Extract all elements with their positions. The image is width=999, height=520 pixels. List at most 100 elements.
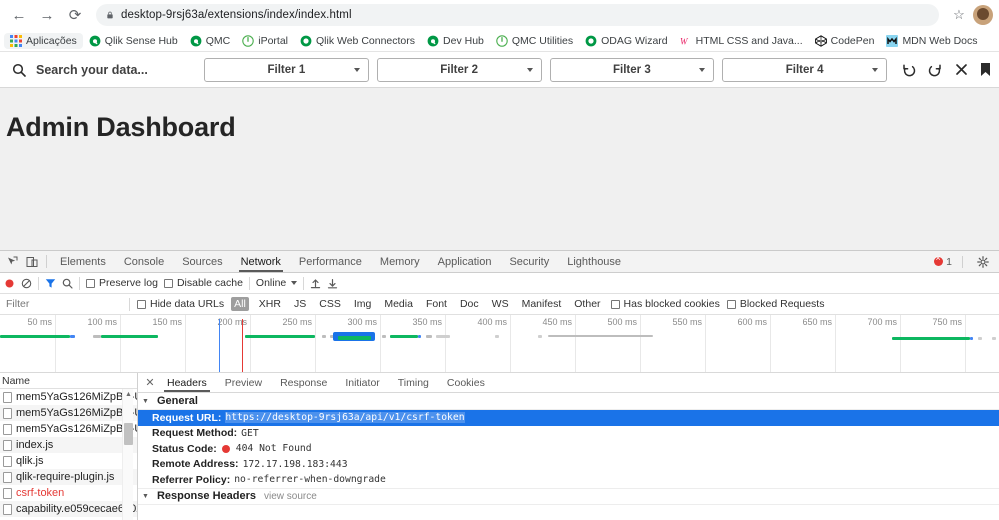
inspect-element-icon[interactable]	[2, 251, 22, 272]
detail-tab-headers[interactable]: Headers	[158, 373, 216, 392]
timeline-request-bar	[245, 335, 315, 338]
network-filter-row: Filter Hide data URLs All XHR JS CSS Img…	[0, 294, 999, 315]
devtools-tab-elements[interactable]: Elements	[51, 251, 115, 272]
bookmark-item-aplicacoes[interactable]: Aplicações	[4, 32, 83, 49]
timeline-request-bar	[418, 335, 421, 338]
bookmark-item-mdn-web-docs[interactable]: MDN Web Docs	[880, 33, 983, 49]
request-list-scrollbar[interactable]: ▲ ▼	[122, 389, 133, 520]
table-row[interactable]: index.js	[0, 437, 137, 453]
request-list[interactable]: Name mem5YaGs126MiZpBA-UN7r… mem5YaGs126…	[0, 373, 138, 520]
header-row-referrer-policy[interactable]: Referrer Policy: no-referrer-when-downgr…	[138, 472, 999, 488]
error-count-badge[interactable]: 1	[934, 254, 952, 268]
address-bar[interactable]: desktop-9rsj63a/extensions/index/index.h…	[96, 4, 939, 26]
bookmark-item-qmc-utilities[interactable]: QMC Utilities	[490, 33, 579, 49]
detail-tab-response[interactable]: Response	[271, 373, 336, 392]
disable-cache-checkbox[interactable]: Disable cache	[163, 277, 243, 289]
scroll-up-arrow[interactable]: ▲	[123, 389, 134, 400]
header-value: 172.17.198.183:443	[242, 458, 348, 470]
import-har-icon[interactable]	[310, 278, 321, 289]
bookmark-item-odag-wizard[interactable]: ODAG Wizard	[579, 33, 674, 49]
devtools-tab-security[interactable]: Security	[500, 251, 558, 272]
type-filter-img[interactable]: Img	[351, 297, 375, 311]
table-row[interactable]: mem5YaGs126MiZpBA-UN7r…	[0, 389, 137, 405]
type-filter-manifest[interactable]: Manifest	[519, 297, 565, 311]
header-row-status-code[interactable]: Status Code: 404 Not Found	[138, 441, 999, 457]
filter-1-dropdown[interactable]: Filter 1	[204, 57, 369, 82]
bookmark-star-icon[interactable]: ☆	[947, 3, 971, 27]
table-row-selected[interactable]: csrf-token	[0, 485, 137, 501]
close-icon[interactable]: ✕	[142, 373, 158, 392]
record-icon[interactable]	[4, 278, 15, 289]
filter-input[interactable]: Filter	[4, 298, 122, 310]
bookmark-item-qlik-sense-hub[interactable]: Qlik Sense Hub	[83, 33, 184, 49]
view-source-link[interactable]: view source	[264, 491, 317, 502]
bookmark-item-codepen[interactable]: CodePen	[809, 33, 881, 49]
forward-button[interactable]: →	[34, 2, 60, 28]
type-filter-js[interactable]: JS	[291, 297, 309, 311]
filter-3-dropdown[interactable]: Filter 3	[549, 57, 715, 82]
file-icon	[3, 471, 12, 483]
device-toolbar-icon[interactable]	[22, 251, 42, 272]
request-list-column-header[interactable]: Name	[0, 373, 137, 389]
detail-tab-cookies[interactable]: Cookies	[438, 373, 494, 392]
network-overview-timeline[interactable]: 50 ms 100 ms 150 ms 200 ms 250 ms 300 ms…	[0, 315, 999, 373]
devtools-tab-console[interactable]: Console	[115, 251, 173, 272]
timeline-tick-label: 200 ms	[217, 317, 247, 327]
header-row-remote-address[interactable]: Remote Address: 172.17.198.183:443	[138, 457, 999, 473]
bookmark-item-dev-hub[interactable]: Dev Hub	[421, 33, 490, 49]
clear-selections-icon[interactable]	[955, 63, 968, 76]
header-row-request-url[interactable]: Request URL: https://desktop-9rsj63a/api…	[138, 410, 999, 426]
bookmark-item-qmc[interactable]: QMC	[184, 33, 237, 49]
devtools-tab-memory[interactable]: Memory	[371, 251, 429, 272]
type-filter-doc[interactable]: Doc	[457, 297, 482, 311]
type-filter-xhr[interactable]: XHR	[256, 297, 284, 311]
gear-icon[interactable]	[973, 255, 993, 268]
lock-icon	[107, 11, 113, 19]
bookmark-item-html-css-java[interactable]: W HTML CSS and Java...	[674, 33, 809, 49]
scrollbar-thumb[interactable]	[124, 423, 133, 445]
filter-funnel-icon[interactable]	[45, 278, 56, 289]
header-row-request-method[interactable]: Request Method: GET	[138, 426, 999, 442]
export-har-icon[interactable]	[327, 278, 338, 289]
preserve-log-checkbox[interactable]: Preserve log	[86, 277, 158, 289]
chevron-down-icon	[699, 67, 706, 72]
table-row[interactable]: qlik-require-plugin.js	[0, 469, 137, 485]
detail-tab-initiator[interactable]: Initiator	[336, 373, 388, 392]
filter-4-dropdown[interactable]: Filter 4	[722, 57, 887, 82]
devtools-tab-lighthouse[interactable]: Lighthouse	[558, 251, 630, 272]
table-row[interactable]: capability.e059cecae6102106…	[0, 501, 137, 517]
devtools-tab-sources[interactable]: Sources	[173, 251, 231, 272]
type-filter-font[interactable]: Font	[423, 297, 450, 311]
type-filter-media[interactable]: Media	[381, 297, 416, 311]
detail-tab-preview[interactable]: Preview	[216, 373, 271, 392]
back-button[interactable]: ←	[6, 2, 32, 28]
bookmark-item-iportal[interactable]: iPortal	[236, 33, 294, 49]
devtools-tab-network[interactable]: Network	[232, 251, 290, 272]
table-row[interactable]: mem5YaGs126MiZpBA-UN7r…	[0, 405, 137, 421]
search-icon[interactable]	[62, 278, 73, 289]
type-filter-ws[interactable]: WS	[489, 297, 512, 311]
table-row[interactable]: qlik.js	[0, 453, 137, 469]
undo-icon[interactable]	[901, 62, 916, 77]
hide-data-urls-checkbox[interactable]: Hide data URLs	[137, 298, 224, 310]
type-filter-css[interactable]: CSS	[316, 297, 344, 311]
search-your-data[interactable]: Search your data...	[6, 63, 196, 77]
clear-icon[interactable]	[21, 278, 32, 289]
bookmark-item-qlik-web-connectors[interactable]: Qlik Web Connectors	[294, 33, 421, 49]
reload-button[interactable]: ⟳	[62, 2, 88, 28]
selections-bookmark-icon[interactable]	[980, 62, 991, 77]
general-section-header[interactable]: ▼ General	[138, 393, 999, 410]
table-row[interactable]: mem5YaGs126MiZpBA-UN7r…	[0, 421, 137, 437]
devtools-tab-application[interactable]: Application	[429, 251, 501, 272]
has-blocked-cookies-checkbox[interactable]: Has blocked cookies	[610, 298, 720, 310]
profile-avatar[interactable]	[973, 5, 993, 25]
devtools-tab-performance[interactable]: Performance	[290, 251, 371, 272]
filter-2-dropdown[interactable]: Filter 2	[376, 57, 542, 82]
redo-icon[interactable]	[928, 62, 943, 77]
type-filter-other[interactable]: Other	[571, 297, 603, 311]
throttling-dropdown[interactable]: Online	[256, 277, 298, 289]
response-headers-section-header[interactable]: ▼ Response Headers view source	[138, 487, 999, 505]
detail-tab-timing[interactable]: Timing	[389, 373, 438, 392]
type-filter-all[interactable]: All	[231, 297, 249, 311]
blocked-requests-checkbox[interactable]: Blocked Requests	[726, 298, 824, 310]
